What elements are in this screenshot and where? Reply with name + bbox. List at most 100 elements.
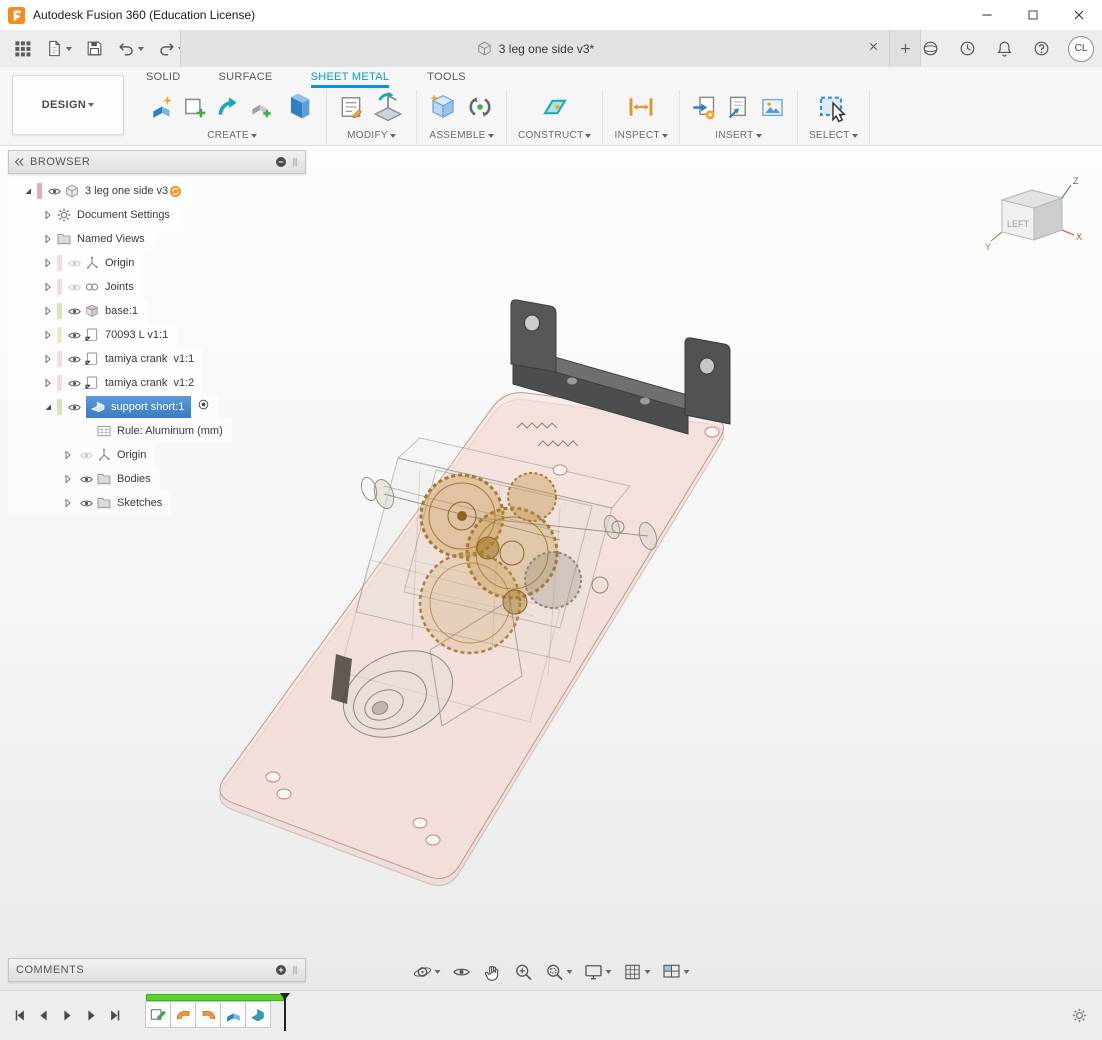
- panel-grip-icon[interactable]: [288, 155, 302, 169]
- expander-icon[interactable]: [40, 207, 56, 223]
- timeline-feature-sketch-f[interactable]: [145, 1001, 171, 1028]
- flange-big-button[interactable]: [281, 90, 315, 129]
- tree-row-support-short-1[interactable]: support short:1: [8, 395, 219, 419]
- save-button[interactable]: [80, 35, 109, 62]
- maximize-button[interactable]: [1010, 0, 1056, 30]
- zoom-window-button[interactable]: [542, 960, 576, 984]
- ribbon-tab-surface[interactable]: SURFACE: [219, 71, 273, 88]
- user-avatar[interactable]: CL: [1068, 36, 1094, 62]
- skip-start-button[interactable]: [12, 1008, 27, 1023]
- minimize-button[interactable]: [964, 0, 1010, 30]
- close-button[interactable]: [1056, 0, 1102, 30]
- tree-row-joints[interactable]: Joints: [8, 275, 143, 299]
- timeline-progress-bar[interactable]: [146, 994, 284, 1001]
- activate-component-radio[interactable]: [197, 398, 210, 416]
- plane-button[interactable]: [540, 92, 570, 127]
- rules-form-button[interactable]: [338, 94, 364, 125]
- visibility-eye-icon[interactable]: [64, 351, 84, 367]
- help-button[interactable]: [1027, 35, 1056, 62]
- collapse-all-icon[interactable]: [274, 155, 288, 169]
- visibility-eye-icon[interactable]: [64, 279, 84, 295]
- selected-node[interactable]: support short:1: [86, 396, 191, 418]
- clock-button[interactable]: [953, 35, 982, 62]
- joint-button[interactable]: [465, 92, 495, 127]
- timeline-feature-flange-blue[interactable]: [220, 1001, 246, 1028]
- expander-icon[interactable]: [40, 255, 56, 271]
- unfold-big-button[interactable]: [371, 90, 405, 129]
- insert-derive-button[interactable]: [725, 94, 752, 126]
- expander-icon[interactable]: [40, 399, 56, 415]
- timeline-feature-flange-orange2[interactable]: [195, 1001, 221, 1028]
- tree-row-named-views[interactable]: Named Views: [8, 227, 154, 251]
- ribbon-group-label[interactable]: CREATE: [207, 130, 257, 141]
- timeline-feature-flange-teal[interactable]: [245, 1001, 271, 1028]
- visibility-eye-icon[interactable]: [44, 183, 64, 199]
- visibility-eye-icon[interactable]: [76, 471, 96, 487]
- document-tab[interactable]: 3 leg one side v3*: [180, 30, 890, 67]
- orbit-button[interactable]: [410, 960, 444, 984]
- expander-icon[interactable]: [60, 471, 76, 487]
- visibility-eye-icon[interactable]: [76, 447, 96, 463]
- undo-button[interactable]: [112, 35, 149, 62]
- tree-row-70093-l-v1-1[interactable]: 70093 L v1:1: [8, 323, 177, 347]
- zoom-button[interactable]: [511, 960, 537, 984]
- expander-icon[interactable]: [60, 495, 76, 511]
- timeline-track[interactable]: [146, 994, 284, 1028]
- visibility-eye-icon[interactable]: [64, 255, 84, 271]
- insert-image-button[interactable]: [759, 94, 786, 126]
- flange-swoosh-button[interactable]: [215, 94, 241, 125]
- ribbon-group-label[interactable]: CONSTRUCT: [518, 130, 591, 141]
- skip-end-button[interactable]: [108, 1008, 123, 1023]
- ribbon-tab-solid[interactable]: SOLID: [146, 71, 181, 88]
- ribbon-group-label[interactable]: INSERT: [715, 130, 761, 141]
- expander-icon[interactable]: [20, 183, 36, 199]
- insert-svg-button[interactable]: [691, 94, 718, 126]
- look-at-button[interactable]: [449, 960, 475, 984]
- tree-row-base-1[interactable]: base:1: [8, 299, 147, 323]
- tree-row-3-leg-one-side-v3[interactable]: 3 leg one side v3: [8, 179, 192, 203]
- collapse-panel-icon[interactable]: [12, 155, 26, 169]
- timeline-feature-flange-orange[interactable]: [170, 1001, 196, 1028]
- tree-row-origin[interactable]: Origin: [8, 443, 155, 467]
- tree-row-tamiya-crank-v1-2[interactable]: tamiya crank v1:2: [8, 371, 203, 395]
- expander-icon[interactable]: [60, 447, 76, 463]
- tree-row-sketches[interactable]: Sketches: [8, 491, 171, 515]
- timeline-playhead[interactable]: [284, 993, 286, 1031]
- ribbon-group-label[interactable]: MODIFY: [347, 130, 396, 141]
- tree-row-bodies[interactable]: Bodies: [8, 467, 160, 491]
- expander-icon[interactable]: [40, 351, 56, 367]
- expander-icon[interactable]: [40, 279, 56, 295]
- visibility-eye-icon[interactable]: [64, 303, 84, 319]
- expander-icon[interactable]: [40, 303, 56, 319]
- tab-close-icon[interactable]: [867, 40, 880, 53]
- ribbon-group-label[interactable]: SELECT: [809, 130, 858, 141]
- viewport-canvas[interactable]: BROWSER 3 leg one side v3Document Settin…: [0, 146, 1102, 990]
- ribbon-group-label[interactable]: ASSEMBLE: [429, 130, 493, 141]
- ribbon-tab-tools[interactable]: TOOLS: [427, 71, 466, 88]
- measure-button[interactable]: [626, 92, 656, 127]
- play-button[interactable]: [60, 1008, 75, 1023]
- expander-icon[interactable]: [40, 327, 56, 343]
- job-status-button[interactable]: [916, 35, 945, 62]
- panel-grip-icon[interactable]: [288, 963, 302, 977]
- tree-row-rule-aluminum-mm-[interactable]: Rule: Aluminum (mm): [8, 419, 232, 443]
- display-settings-button[interactable]: [581, 960, 615, 984]
- select-box-button[interactable]: [817, 91, 849, 128]
- expander-icon[interactable]: [40, 231, 56, 247]
- tree-row-document-settings[interactable]: Document Settings: [8, 203, 179, 227]
- viewcube[interactable]: LEFT Z Y X: [984, 172, 1088, 264]
- browser-header[interactable]: BROWSER: [8, 150, 306, 174]
- expander-icon[interactable]: [40, 375, 56, 391]
- tree-row-origin[interactable]: Origin: [8, 251, 143, 275]
- grid-settings-button[interactable]: [620, 960, 654, 984]
- flange-star-button[interactable]: [149, 94, 175, 125]
- step-back-button[interactable]: [36, 1008, 51, 1023]
- notifications-button[interactable]: [990, 35, 1019, 62]
- new-component-button[interactable]: [428, 92, 458, 127]
- pan-button[interactable]: [480, 960, 506, 984]
- visibility-eye-icon[interactable]: [64, 327, 84, 343]
- ribbon-tab-sheet-metal[interactable]: SHEET METAL: [311, 71, 390, 88]
- workspace-selector[interactable]: DESIGN: [12, 75, 124, 135]
- viewports-button[interactable]: [659, 960, 693, 984]
- comments-header[interactable]: COMMENTS: [8, 958, 306, 982]
